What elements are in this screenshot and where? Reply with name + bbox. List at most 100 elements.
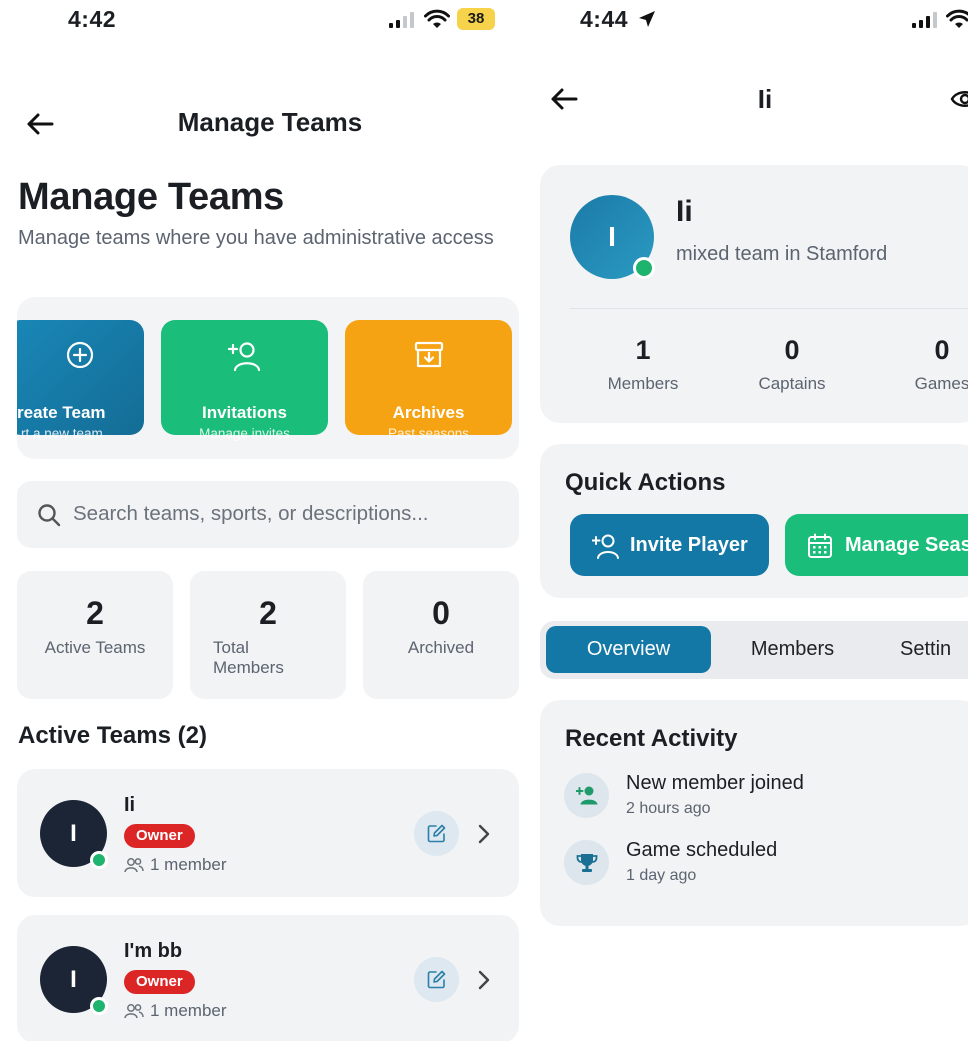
users-icon <box>124 858 144 873</box>
archives-sub: Past seasons <box>387 426 470 441</box>
status-bar: 4:44 <box>540 0 968 40</box>
stat-value: 1 <box>635 335 651 365</box>
stat-captains: 0 Captains <box>722 335 862 394</box>
wifi-icon <box>424 9 450 28</box>
stat-label: Members <box>607 374 679 393</box>
tab-members[interactable]: Members <box>715 626 870 673</box>
back-arrow-icon[interactable] <box>26 112 54 136</box>
stat-active-teams: 2 Active Teams <box>17 571 173 699</box>
trophy-icon <box>576 854 598 872</box>
online-indicator <box>633 257 655 279</box>
signal-icon <box>389 12 414 28</box>
member-count: 1 member <box>150 855 227 874</box>
edit-icon <box>427 824 446 843</box>
create-team-label: reate Team <box>17 403 106 422</box>
back-arrow-icon[interactable] <box>550 87 578 111</box>
online-indicator <box>90 997 108 1015</box>
stat-label: Games <box>914 374 968 393</box>
team-name: Ii <box>676 195 693 228</box>
header-title: Ii <box>757 84 773 114</box>
stat-label: Archived <box>407 638 475 657</box>
archive-icon <box>414 341 443 368</box>
edit-icon <box>427 970 446 989</box>
quick-actions-title: Quick Actions <box>565 469 726 496</box>
activity-text: New member joined <box>626 772 804 794</box>
team-detail-screen: 4:44 Ii I Ii mixed team in Stamford 1 Me… <box>540 0 968 1041</box>
search-input[interactable] <box>73 493 503 535</box>
recent-activity-title: Recent Activity <box>565 725 738 752</box>
create-team-card[interactable]: reate Team rt a new team <box>17 320 144 441</box>
stat-label: Captains <box>758 374 826 393</box>
create-team-sub: rt a new team <box>21 426 103 441</box>
activity-icon <box>564 840 609 885</box>
location-arrow-icon <box>639 11 655 27</box>
stat-value: 2 <box>86 595 104 631</box>
status-time: 4:42 <box>68 6 117 32</box>
add-user-icon <box>227 342 260 372</box>
stat-value: 0 <box>432 595 450 631</box>
recent-activity-card: Recent Activity New member joined 2 hour… <box>540 700 968 926</box>
wifi-icon <box>946 9 968 28</box>
chevron-right-icon[interactable] <box>477 823 491 845</box>
search-icon <box>38 504 61 527</box>
stat-label: Active Teams <box>44 638 146 657</box>
team-members: 1 member <box>124 1001 227 1021</box>
battery-indicator: 38 <box>457 8 495 30</box>
quick-actions-card: Quick Actions Invite Player Manage Seas <box>540 444 968 598</box>
team-card[interactable]: I I'm bb Owner 1 member <box>17 915 519 1041</box>
activity-icon <box>564 773 609 818</box>
stat-label: Total Members <box>213 638 284 677</box>
add-user-icon <box>592 534 619 559</box>
team-name: Ii <box>124 794 136 816</box>
plus-circle-icon <box>66 341 93 369</box>
tab-overview[interactable]: Overview <box>546 626 711 673</box>
invite-player-label: Invite Player <box>630 534 748 556</box>
divider <box>570 308 968 309</box>
status-time: 4:44 <box>580 6 629 32</box>
invitations-label: Invitations <box>201 403 287 422</box>
page-title: Manage Teams <box>18 176 285 218</box>
manage-season-label: Manage Seas <box>845 534 968 556</box>
page-subtitle: Manage teams where you have administrati… <box>18 227 494 249</box>
stat-value: 0 <box>784 335 800 365</box>
add-user-icon <box>576 786 598 805</box>
search-bar <box>17 481 519 548</box>
tab-bar: Overview Members Settin <box>540 621 968 679</box>
edit-team-button[interactable] <box>414 811 459 856</box>
manage-season-button[interactable]: Manage Seas <box>785 514 968 576</box>
calendar-icon <box>808 533 832 558</box>
role-badge: Owner <box>124 824 195 848</box>
manage-teams-screen: 4:42 38 Manage Teams Manage Teams Manage… <box>0 0 538 1041</box>
online-indicator <box>90 851 108 869</box>
header-title: Manage Teams <box>177 107 363 137</box>
stat-archived: 0 Archived <box>363 571 519 699</box>
team-members: 1 member <box>124 855 227 875</box>
team-description: mixed team in Stamford <box>676 243 888 265</box>
role-badge: Owner <box>124 970 195 994</box>
tab-settings[interactable]: Settin <box>900 626 968 673</box>
edit-team-button[interactable] <box>414 957 459 1002</box>
chevron-right-icon[interactable] <box>477 969 491 991</box>
activity-time: 1 day ago <box>626 867 697 884</box>
users-icon <box>124 1004 144 1019</box>
stat-games: 0 Games <box>872 335 968 394</box>
stat-members: 1 Members <box>573 335 713 394</box>
team-card[interactable]: I Ii Owner 1 member <box>17 769 519 897</box>
stat-total-members: 2 Total Members <box>190 571 346 699</box>
team-profile-card: I Ii mixed team in Stamford 1 Members 0 … <box>540 165 968 423</box>
member-count: 1 member <box>150 1001 227 1020</box>
signal-icon <box>912 12 937 28</box>
activity-time: 2 hours ago <box>626 800 711 817</box>
action-carousel[interactable]: reate Team rt a new team Invitations Man… <box>17 297 519 459</box>
stat-value: 0 <box>934 335 950 365</box>
eye-icon[interactable] <box>950 87 968 111</box>
archives-card[interactable]: Archives Past seasons <box>345 320 512 441</box>
invitations-sub: Manage invites <box>199 426 290 441</box>
archives-label: Archives <box>392 403 465 422</box>
section-title: Active Teams (2) <box>18 722 207 749</box>
invite-player-button[interactable]: Invite Player <box>570 514 769 576</box>
invitations-card[interactable]: Invitations Manage invites <box>161 320 328 441</box>
activity-text: Game scheduled <box>626 839 778 861</box>
team-name: I'm bb <box>124 940 183 962</box>
stat-value: 2 <box>259 595 277 631</box>
